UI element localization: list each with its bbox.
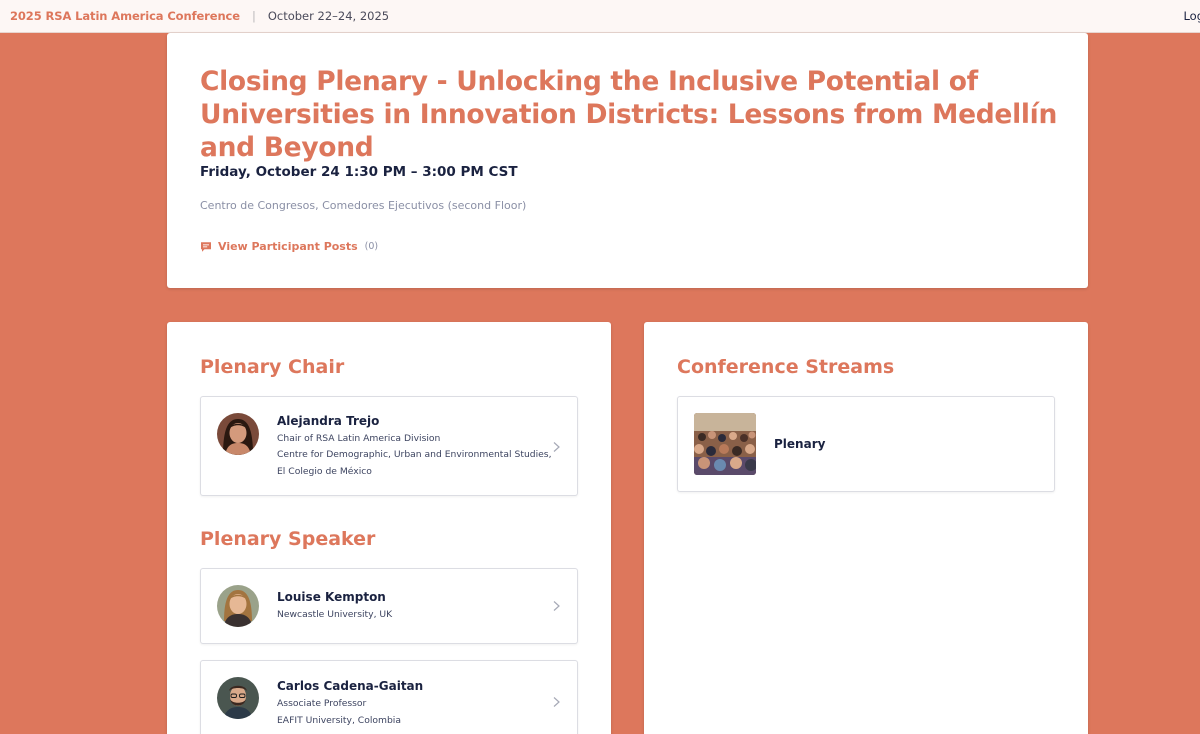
person-affiliation: Centre for Demographic, Urban and Enviro… — [277, 449, 552, 460]
login-link[interactable]: Log — [1183, 9, 1200, 23]
person-role: Chair of RSA Latin America Division — [277, 433, 441, 444]
person-name: Alejandra Trejo — [277, 414, 380, 428]
plenary-chair-heading: Plenary Chair — [200, 356, 345, 378]
conference-dates: October 22–24, 2025 — [267, 9, 390, 23]
person-name: Louise Kempton — [277, 590, 386, 604]
stream-thumbnail — [694, 413, 756, 475]
people-card: Plenary Chair Alejandra Trejo Chair of R… — [167, 322, 611, 734]
person-card-alejandra-trejo[interactable]: Alejandra Trejo Chair of RSA Latin Ameri… — [200, 396, 578, 496]
session-title: Closing Plenary - Unlocking the Inclusiv… — [200, 66, 1058, 163]
session-header-card: Closing Plenary - Unlocking the Inclusiv… — [167, 33, 1088, 288]
person-affiliation: El Colegio de México — [277, 466, 372, 477]
streams-card: Conference Streams Plenary — [644, 322, 1088, 734]
person-affiliation: EAFIT University, Colombia — [277, 715, 401, 726]
person-name: Carlos Cadena-Gaitan — [277, 679, 424, 693]
chevron-right-icon — [553, 601, 560, 611]
conference-title[interactable]: 2025 RSA Latin America Conference — [10, 9, 240, 23]
person-affiliation: Newcastle University, UK — [277, 609, 393, 620]
view-participant-posts-link[interactable]: View Participant Posts (0) — [200, 240, 378, 253]
separator: | — [251, 9, 256, 23]
top-bar: 2025 RSA Latin America Conference | Octo… — [0, 0, 1200, 33]
avatar — [217, 677, 259, 719]
posts-label: View Participant Posts — [218, 240, 358, 253]
stream-item-plenary[interactable]: Plenary — [677, 396, 1055, 492]
person-card-carlos-cadena-gaitan[interactable]: Carlos Cadena-Gaitan Associate Professor… — [200, 660, 578, 734]
chat-bubble-icon — [201, 241, 211, 252]
session-time: Friday, October 24 1:30 PM – 3:00 PM CST — [200, 164, 518, 180]
person-role: Associate Professor — [277, 698, 367, 709]
person-card-louise-kempton[interactable]: Louise Kempton Newcastle University, UK — [200, 568, 578, 644]
plenary-speaker-heading: Plenary Speaker — [200, 528, 376, 550]
chevron-right-icon — [553, 442, 560, 452]
posts-count: (0) — [364, 241, 379, 252]
avatar — [217, 585, 259, 627]
avatar — [217, 413, 259, 455]
conference-streams-heading: Conference Streams — [677, 356, 895, 378]
session-location: Centro de Congresos, Comedores Ejecutivo… — [200, 199, 527, 212]
stream-name: Plenary — [774, 437, 826, 451]
chevron-right-icon — [553, 697, 560, 707]
